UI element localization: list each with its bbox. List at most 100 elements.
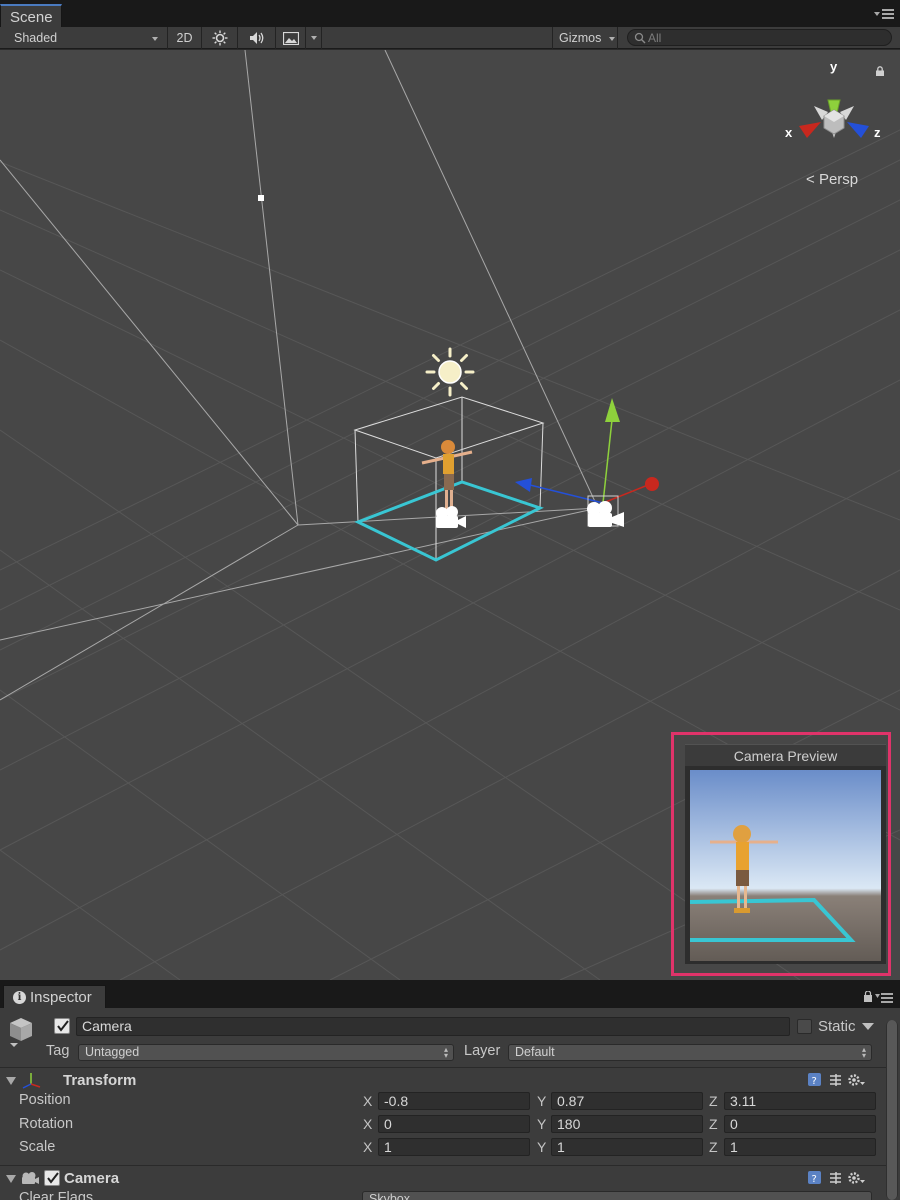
static-checkbox[interactable] <box>797 1019 812 1034</box>
rotation-z-field[interactable]: 0 <box>724 1115 876 1133</box>
axis-x-label: X <box>363 1139 373 1155</box>
scene-search-input[interactable]: All <box>627 29 892 46</box>
axis-x-label: x <box>785 125 793 140</box>
svg-text:?: ? <box>812 1076 817 1087</box>
panel-menu-icon[interactable] <box>874 9 894 21</box>
layer-label: Layer <box>464 1043 501 1059</box>
help-icon[interactable]: ? <box>808 1073 821 1087</box>
scale-z-field[interactable]: 1 <box>724 1138 876 1156</box>
gameobject-active-checkbox[interactable] <box>54 1018 70 1034</box>
inspector-panel: Camera Static Tag Untagged ▴ ▾ Layer Defa… <box>0 1008 900 1200</box>
transform-header[interactable]: Transform ? <box>0 1067 886 1091</box>
position-y-field[interactable]: 0.87 <box>551 1092 703 1110</box>
axis-y-label: Y <box>537 1116 547 1132</box>
chevron-down-icon <box>152 37 158 41</box>
position-x-field[interactable]: -0.8 <box>378 1092 530 1110</box>
camera-preview-render <box>690 770 881 961</box>
scale-x-field[interactable]: 1 <box>378 1138 530 1156</box>
foldout-arrow-icon[interactable] <box>6 1175 16 1183</box>
checkmark-icon <box>47 1172 59 1184</box>
transform-axes-icon <box>22 1073 41 1089</box>
clear-flags-value: Skybox <box>369 1192 410 1200</box>
inspector-tab-strip: i Inspector <box>0 980 900 1009</box>
position-label: Position <box>19 1092 71 1108</box>
inspector-menu-icon[interactable] <box>864 991 894 1003</box>
inspector-tab-label: Inspector <box>30 989 92 1006</box>
foldout-arrow-icon[interactable] <box>6 1077 16 1085</box>
chevron-down-icon <box>311 36 317 40</box>
scale-label: Scale <box>19 1139 56 1155</box>
chevron-updown-icon: ▴ ▾ <box>443 1045 448 1060</box>
toggle-2d-label: 2D <box>176 31 193 45</box>
tab-inspector[interactable]: i Inspector <box>3 985 106 1009</box>
character-model[interactable] <box>421 440 473 515</box>
tag-value: Untagged <box>85 1045 140 1059</box>
preset-icon[interactable] <box>830 1074 841 1086</box>
axis-x-label: X <box>363 1093 373 1109</box>
axis-y-label: Y <box>537 1139 547 1155</box>
component-actions: ? <box>806 1170 866 1186</box>
component-actions: ? <box>806 1072 866 1088</box>
rotation-y-field[interactable]: 180 <box>551 1115 703 1133</box>
projection-toggle[interactable]: < Persp <box>806 171 858 188</box>
lighting-toggle-button[interactable] <box>202 27 238 49</box>
position-z-field[interactable]: 3.11 <box>724 1092 876 1110</box>
tab-scene[interactable]: Scene <box>0 4 62 28</box>
orientation-gizmo[interactable] <box>799 99 869 138</box>
sun-icon <box>212 30 227 46</box>
projection-label: Persp <box>818 171 859 188</box>
layer-dropdown[interactable]: Default ▴ ▾ <box>508 1044 872 1061</box>
camera-component-header[interactable]: Camera ? Clear Flags Skybox <box>0 1165 886 1200</box>
axis-z-label: z <box>874 125 881 140</box>
gizmos-label: Gizmos <box>559 31 602 45</box>
chevron-updown-icon: ▴ ▾ <box>861 1045 866 1060</box>
camera-enabled-checkbox[interactable] <box>44 1170 60 1186</box>
search-placeholder: All <box>648 31 662 45</box>
scene-toolbar: Shaded 2D Gizmos All <box>0 27 900 49</box>
transform-title: Transform <box>63 1072 137 1089</box>
gameobject-name-input[interactable]: Camera <box>76 1017 790 1036</box>
draw-mode-label: Shaded <box>14 31 58 45</box>
info-icon: i <box>13 991 26 1004</box>
camera-component-icon <box>22 1172 39 1184</box>
camera-frustum <box>0 50 599 701</box>
inspector-scrollbar[interactable] <box>886 1020 898 1200</box>
chevron-down-icon <box>609 37 615 41</box>
toggle-2d-button[interactable]: 2D <box>168 27 202 49</box>
axis-x-label: X <box>363 1116 373 1132</box>
draw-mode-dropdown[interactable]: Shaded <box>0 27 168 49</box>
camera-preview <box>685 766 886 964</box>
axis-z-label: Z <box>709 1093 718 1109</box>
axis-z-label: Z <box>709 1116 718 1132</box>
gear-icon[interactable] <box>848 1074 866 1086</box>
camera-title: Camera <box>64 1170 120 1187</box>
lock-icon[interactable] <box>875 66 885 76</box>
tag-dropdown[interactable]: Untagged ▴ ▾ <box>78 1044 454 1061</box>
axis-y-label: y <box>830 59 838 74</box>
rotation-x-field[interactable]: 0 <box>378 1115 530 1133</box>
static-dropdown-icon[interactable] <box>862 1023 874 1030</box>
speaker-icon <box>249 32 263 44</box>
layer-value: Default <box>515 1045 555 1059</box>
directional-light-icon[interactable] <box>425 347 475 397</box>
frustum-handle[interactable] <box>258 195 264 201</box>
clear-flags-label: Clear Flags <box>19 1190 94 1200</box>
checkmark-icon <box>57 1020 69 1032</box>
gizmos-dropdown[interactable]: Gizmos <box>552 27 618 49</box>
rotation-label: Rotation <box>19 1116 74 1132</box>
effects-dropdown-button[interactable] <box>306 27 322 49</box>
gear-icon[interactable] <box>848 1172 866 1184</box>
clear-flags-dropdown[interactable]: Skybox <box>362 1191 872 1200</box>
effects-toggle-button[interactable] <box>276 27 306 49</box>
camera-preview-title: Camera Preview <box>685 744 886 766</box>
preset-icon[interactable] <box>830 1172 841 1184</box>
camera-gizmo-icon[interactable] <box>436 506 466 528</box>
static-label: Static <box>818 1018 856 1035</box>
scale-y-field[interactable]: 1 <box>551 1138 703 1156</box>
audio-toggle-button[interactable] <box>238 27 276 49</box>
help-icon[interactable]: ? <box>808 1171 821 1185</box>
axis-y-label: Y <box>537 1093 547 1109</box>
tag-label: Tag <box>46 1043 70 1059</box>
axis-z-label: Z <box>709 1139 718 1155</box>
svg-text:?: ? <box>812 1174 817 1185</box>
